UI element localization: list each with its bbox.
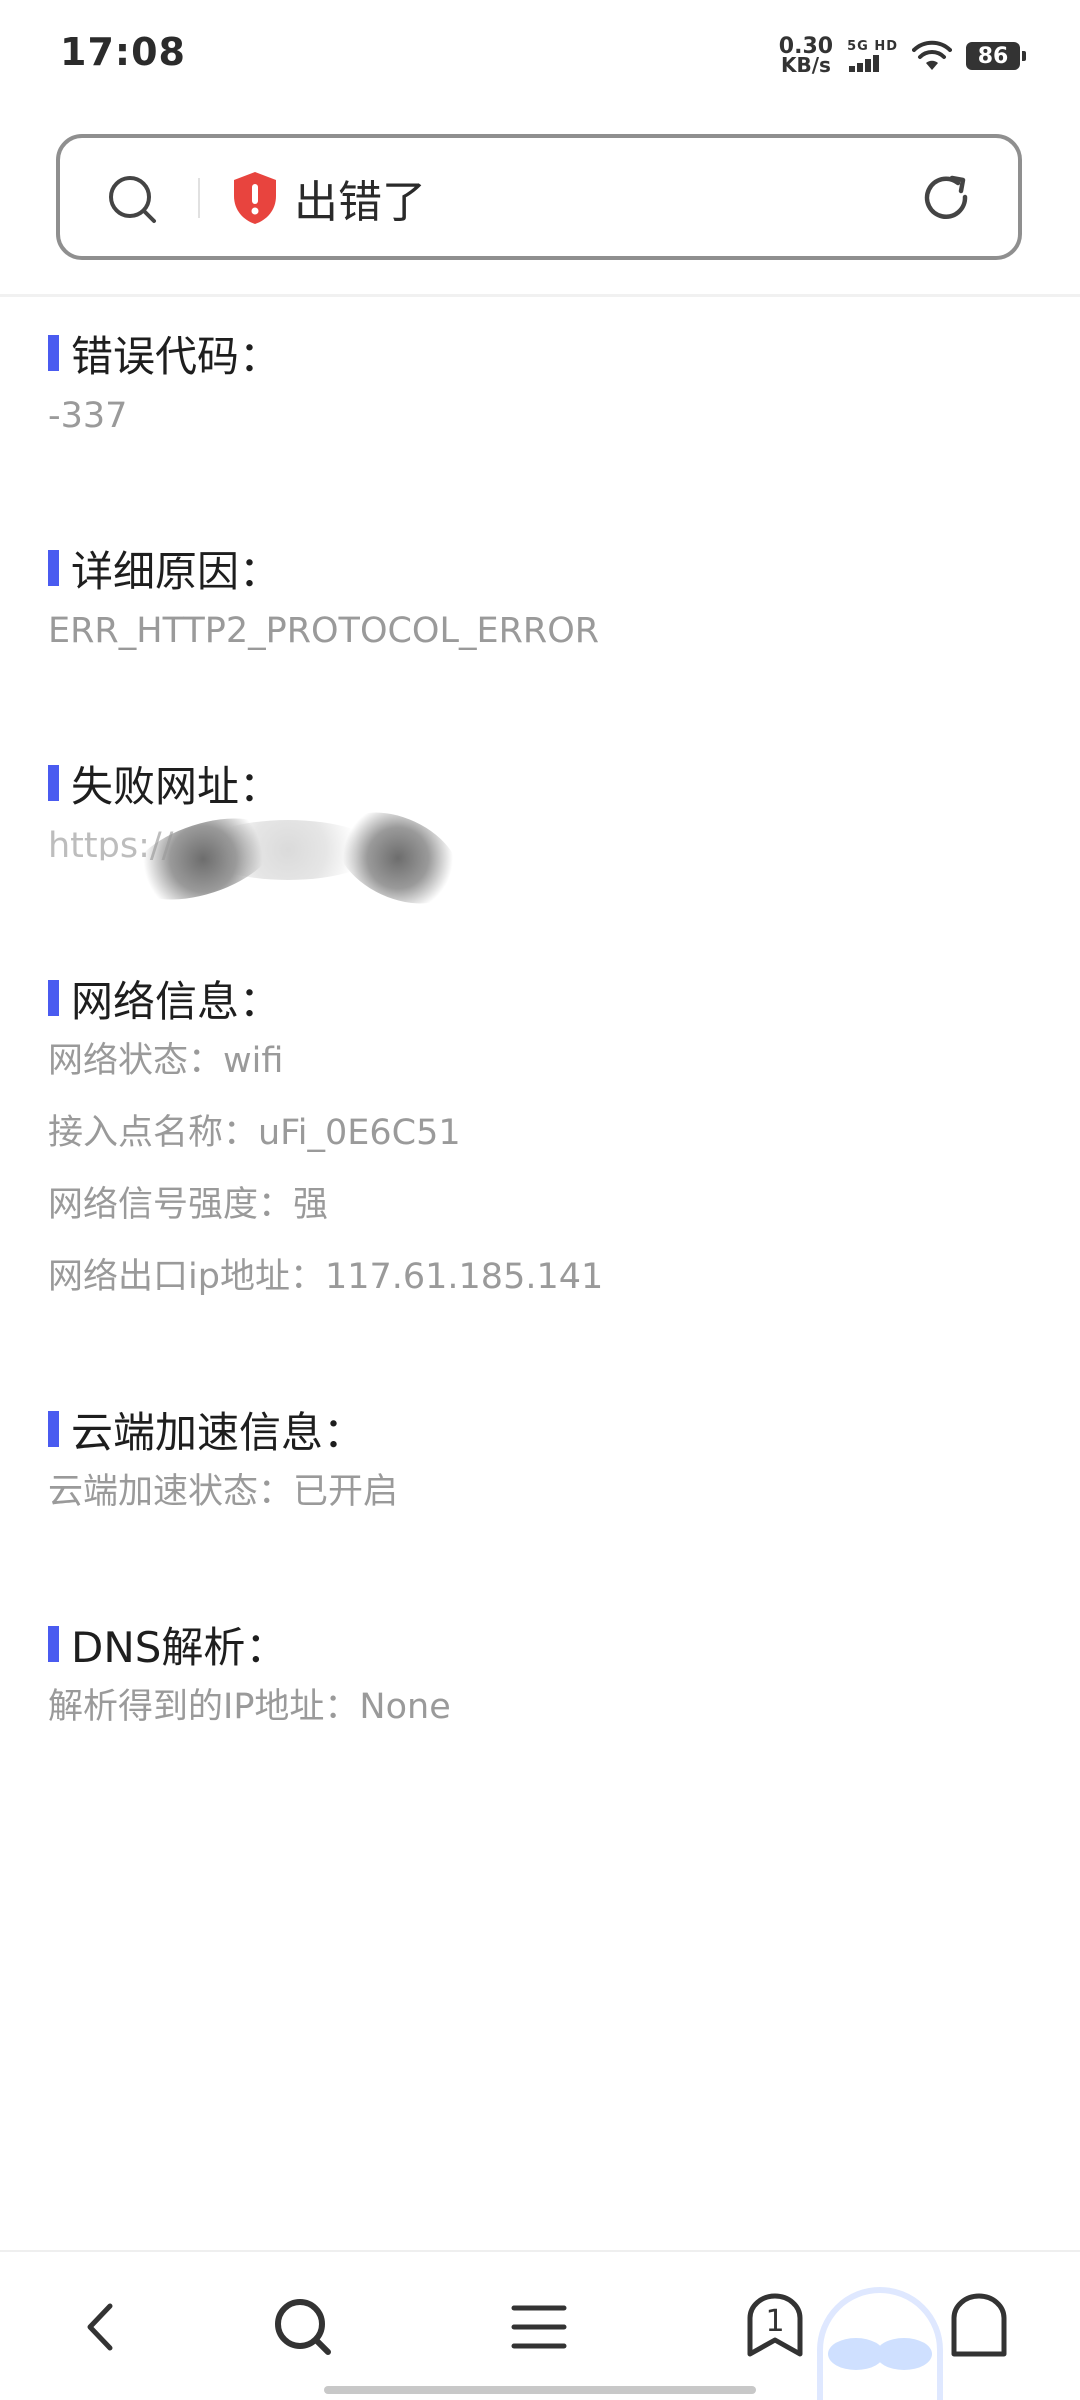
status-time: 17:08 — [60, 30, 186, 74]
section-title: DNS解析： — [48, 1617, 451, 1672]
section-network-info: 网络信息： 网络状态：wifi 接入点名称：uFi_0E6C51 网络信号强度：… — [48, 971, 603, 1313]
section-error-code: 错误代码： -337 — [48, 326, 281, 452]
exit-ip-address: 网络出口ip地址：117.61.185.141 — [48, 1257, 604, 1297]
cloud-accel-status: 云端加速状态：已开启 — [48, 1472, 399, 1512]
reload-icon[interactable] — [918, 170, 976, 228]
cellular-signal-icon: 5G HD — [847, 40, 898, 72]
battery-indicator: 86 — [966, 42, 1026, 70]
accent-bar — [48, 980, 59, 1016]
section-cloud-accel: 云端加速信息： 云端加速状态：已开启 — [48, 1402, 398, 1528]
accent-bar — [48, 1411, 59, 1447]
wifi-icon — [912, 40, 952, 70]
status-bar: 17:08 0.30 KB/s 5G HD 86 — [0, 0, 1080, 110]
section-title: 错误代码： — [48, 326, 281, 381]
page-title[interactable]: 出错了 — [294, 166, 426, 230]
assistant-mascot-icon[interactable] — [800, 2280, 960, 2400]
failed-url-value[interactable]: https:// — [48, 794, 548, 922]
search-icon[interactable] — [268, 2292, 338, 2362]
address-bar[interactable]: 出错了 — [56, 134, 1022, 260]
address-divider — [198, 178, 200, 218]
accent-bar — [48, 335, 59, 371]
section-failed-url: 失败网址： https:// — [48, 756, 548, 922]
section-title: 详细原因： — [48, 541, 599, 596]
detail-reason-value: ERR_HTTP2_PROTOCOL_ERROR — [48, 611, 600, 651]
network-speed: 0.30 KB/s — [778, 34, 834, 77]
accent-bar — [48, 550, 59, 586]
shield-error-icon — [234, 172, 276, 224]
signal-strength: 网络信号强度：强 — [48, 1185, 329, 1225]
header-divider — [0, 294, 1080, 297]
section-title: 失败网址： — [48, 756, 548, 811]
network-status: 网络状态：wifi — [48, 1041, 284, 1081]
accent-bar — [48, 1626, 59, 1662]
error-code-value: -337 — [48, 396, 128, 436]
back-icon[interactable] — [66, 2292, 136, 2362]
home-indicator[interactable] — [324, 2386, 756, 2394]
section-dns: DNS解析： 解析得到的IP地址：None — [48, 1617, 451, 1743]
redaction-smudge — [322, 794, 474, 922]
access-point-name: 接入点名称：uFi_0E6C51 — [48, 1113, 461, 1153]
status-icons: 0.30 KB/s 5G HD 86 — [778, 34, 1026, 78]
menu-icon[interactable] — [504, 2292, 574, 2362]
resolved-ip: 解析得到的IP地址：None — [48, 1687, 451, 1727]
section-title: 云端加速信息： — [48, 1402, 398, 1457]
accent-bar — [48, 765, 59, 801]
section-title: 网络信息： — [48, 971, 603, 1026]
search-icon[interactable] — [106, 173, 158, 225]
section-detail-reason: 详细原因： ERR_HTTP2_PROTOCOL_ERROR — [48, 541, 599, 667]
